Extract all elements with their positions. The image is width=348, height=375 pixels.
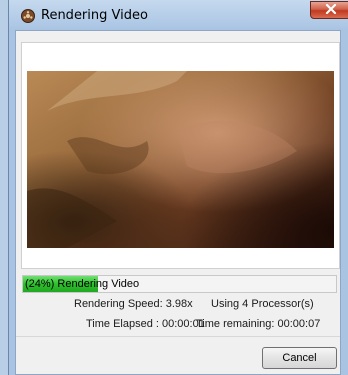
video-preview-image — [27, 71, 334, 248]
processor-count-text: Using 4 Processor(s) — [211, 298, 314, 310]
close-button[interactable] — [310, 1, 348, 19]
cancel-button[interactable]: Cancel — [262, 347, 337, 369]
film-reel-icon — [21, 9, 35, 23]
video-preview-panel — [21, 42, 340, 269]
dialog-body: (24%) Rendering Video Rendering Speed: 3… — [15, 30, 341, 375]
rendering-speed-text: Rendering Speed: 3.98x — [74, 298, 193, 310]
progress-label: (24%) Rendering Video — [25, 278, 140, 290]
window-title: Rendering Video — [41, 8, 148, 23]
title-bar[interactable]: Rendering Video — [9, 0, 348, 30]
time-remaining-text: Time remaining: 00:00:07 — [196, 318, 321, 330]
render-progress-bar: (24%) Rendering Video — [22, 275, 337, 293]
footer-divider — [16, 336, 340, 337]
dialog-window: Rendering Video (24%) Rendering Video Re… — [8, 0, 348, 375]
time-elapsed-text: Time Elapsed : 00:00:01 — [86, 318, 205, 330]
close-icon — [325, 1, 337, 19]
